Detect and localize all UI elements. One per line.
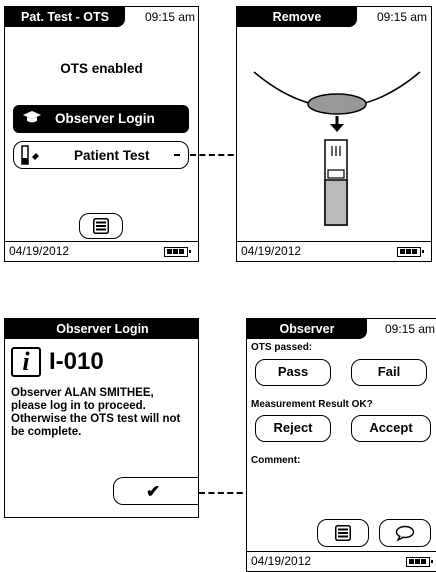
reject-button[interactable]: Reject <box>255 415 331 442</box>
date-display: 04/19/2012 <box>241 244 302 258</box>
accept-button[interactable]: Accept <box>351 415 431 442</box>
patient-test-button[interactable]: Patient Test <box>13 141 189 169</box>
dash-mark <box>174 154 180 156</box>
ots-passed-label: OTS passed: <box>251 342 313 353</box>
screen-title: Remove <box>237 7 357 27</box>
time-display: 09:15 am <box>377 10 428 24</box>
screen-title: Observer Login <box>5 319 198 339</box>
confirm-button[interactable]: ✔ <box>113 477 198 505</box>
menu-button[interactable] <box>79 213 123 239</box>
patient-test-label: Patient Test <box>74 148 150 163</box>
test-strip-icon <box>20 145 42 168</box>
message-code: I-010 <box>49 348 104 375</box>
speech-bubble-icon <box>395 525 415 544</box>
graduation-cap-icon <box>23 111 41 130</box>
info-icon: i <box>11 347 41 377</box>
time-display: 09:15 am <box>385 322 436 336</box>
battery-icon <box>406 557 433 567</box>
observer-login-button[interactable]: Observer Login <box>13 105 189 133</box>
checkmark-icon: ✔ <box>146 482 161 501</box>
date-display: 04/19/2012 <box>251 554 312 568</box>
screen-title: Pat. Test - OTS <box>5 7 125 27</box>
screen-remove: Remove 09:15 am 04/19/2012 <box>236 6 432 262</box>
menu-list-icon <box>335 525 351 544</box>
ots-enabled-heading: OTS enabled <box>60 61 143 76</box>
pass-button[interactable]: Pass <box>255 359 331 386</box>
screen-patient-test-ots: Pat. Test - OTS 09:15 am OTS enabled Obs… <box>4 6 199 262</box>
battery-icon <box>397 247 424 257</box>
menu-list-icon <box>93 218 109 237</box>
status-footer: 04/19/2012 <box>247 551 436 571</box>
screen-title: Observer <box>247 319 367 339</box>
measurement-result-label: Measurement Result OK? <box>251 399 373 410</box>
menu-button[interactable] <box>317 519 369 547</box>
status-footer: 04/19/2012 <box>5 241 198 261</box>
battery-icon <box>164 247 191 257</box>
screen-observer: Observer 09:15 am OTS passed: Pass Fail … <box>246 318 436 572</box>
meter-slot-icon <box>253 71 421 226</box>
login-message: Observer ALAN SMITHEE, please log in to … <box>11 387 181 438</box>
comment-label: Comment: <box>251 455 301 466</box>
comment-button[interactable] <box>379 519 431 547</box>
date-display: 04/19/2012 <box>9 244 70 258</box>
status-footer: 04/19/2012 <box>237 241 431 261</box>
time-display: 09:15 am <box>145 10 196 24</box>
observer-login-label: Observer Login <box>55 111 155 126</box>
screen-observer-login: Observer Login i I-010 Observer ALAN SMI… <box>4 318 199 518</box>
fail-button[interactable]: Fail <box>351 359 427 386</box>
